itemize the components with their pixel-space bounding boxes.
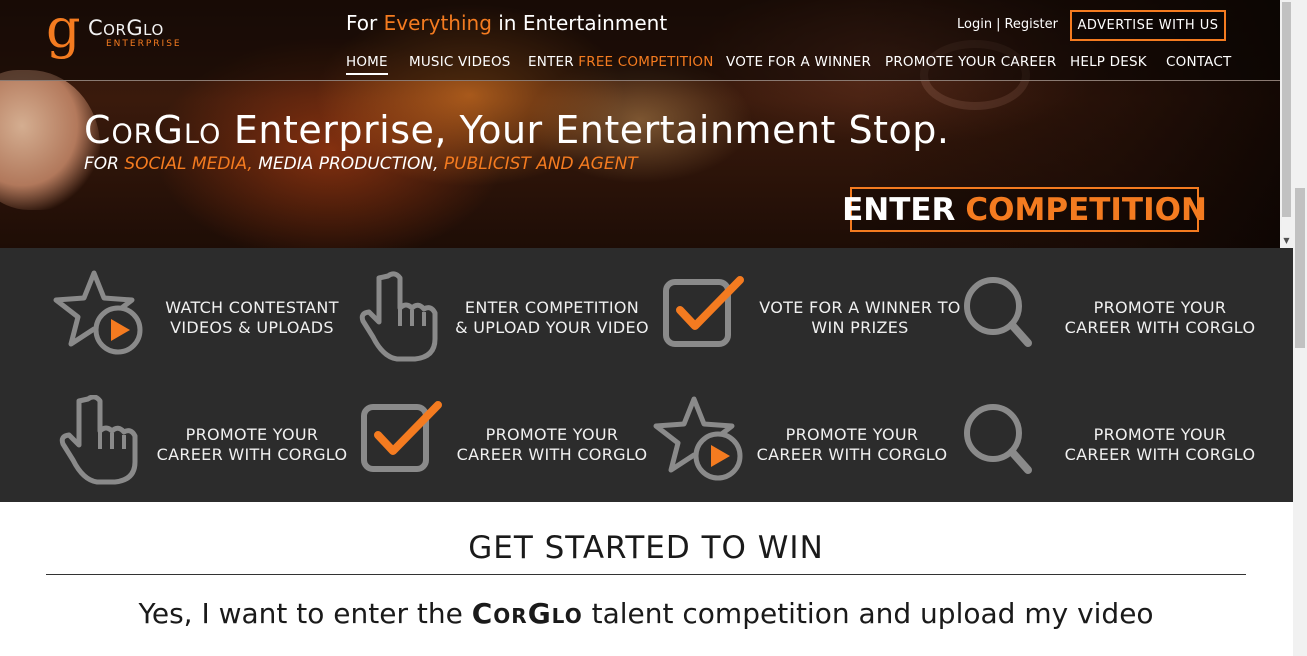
feature-label: PROMOTE YOUR CAREER WITH CORGLO (456, 425, 648, 464)
star-play-icon (652, 395, 747, 495)
get-started-heading: GET STARTED TO WIN (468, 530, 824, 566)
hero-title: CorGlo Enterprise, Your Entertainment St… (84, 108, 950, 152)
advertise-button[interactable]: ADVERTISE WITH US (1070, 10, 1226, 41)
search-icon (960, 268, 1055, 368)
enter-competition-button[interactable]: ENTER COMPETITION (842, 187, 1207, 232)
checkbox-icon (660, 268, 755, 368)
feature-label: PROMOTE YOUR CAREER WITH CORGLO (1064, 425, 1256, 464)
site-tagline: For Everything in Entertainment (346, 11, 668, 35)
feature-watch-videos[interactable]: WATCH CONTESTANT VIDEOS & UPLOADS (52, 268, 352, 378)
feature-label: PROMOTE YOUR CAREER WITH CORGLO (156, 425, 348, 464)
hero-scrollbar[interactable]: ▼ (1280, 0, 1293, 248)
pointer-hand-icon (52, 394, 147, 495)
auth-links: Login | Register (957, 17, 1058, 32)
feature-label: PROMOTE YOUR CAREER WITH CORGLO (756, 425, 948, 464)
nav-vote-for-a-winner[interactable]: VOTE FOR A WINNER (726, 54, 871, 70)
search-icon (960, 395, 1055, 495)
main-nav: HOME MUSIC VIDEOS ENTER FREE COMPETITION… (0, 54, 1280, 75)
logo-brand-text: CorGlo (88, 16, 164, 40)
feature-promote-career[interactable]: PROMOTE YOUR CAREER WITH CORGLO (352, 395, 652, 505)
competition-entry-statement: Yes, I want to enter the CorGlo talent c… (138, 597, 1154, 630)
checkbox-icon (352, 395, 447, 495)
nav-enter-free-competition[interactable]: ENTER FREE COMPETITION (528, 54, 714, 70)
feature-promote-career[interactable]: PROMOTE YOUR CAREER WITH CORGLO (52, 394, 352, 505)
nav-contact[interactable]: CONTACT (1166, 54, 1231, 70)
nav-home[interactable]: HOME (346, 54, 388, 75)
feature-vote-winner[interactable]: VOTE FOR A WINNER TO WIN PRIZES (660, 268, 960, 378)
feature-enter-competition[interactable]: ENTER COMPETITION & UPLOAD YOUR VIDEO (352, 268, 652, 378)
nav-music-videos[interactable]: MUSIC VIDEOS (409, 54, 511, 70)
register-link[interactable]: Register (1004, 17, 1058, 32)
auth-separator: | (996, 17, 1001, 32)
features-grid: WATCH CONTESTANT VIDEOS & UPLOADS ENTER C… (0, 248, 1293, 502)
hero-scrollbar-thumb[interactable] (1282, 2, 1291, 217)
feature-label: VOTE FOR A WINNER TO WIN PRIZES (759, 298, 961, 337)
feature-promote-career[interactable]: PROMOTE YOUR CAREER WITH CORGLO (960, 395, 1260, 505)
hero-banner: g CorGlo ENTERPRISE For Everything in En… (0, 0, 1280, 248)
page-scrollbar[interactable] (1293, 0, 1307, 656)
feature-promote-career[interactable]: PROMOTE YOUR CAREER WITH CORGLO (652, 395, 952, 505)
feature-label: WATCH CONTESTANT VIDEOS & UPLOADS (165, 298, 339, 337)
top-navigation-bar: g CorGlo ENTERPRISE For Everything in En… (0, 0, 1280, 81)
scroll-down-arrow-icon[interactable]: ▼ (1280, 236, 1293, 246)
login-link[interactable]: Login (957, 17, 992, 32)
pointer-hand-icon (352, 268, 447, 368)
logo-g-mark: g (46, 0, 81, 60)
page-scrollbar-thumb[interactable] (1295, 188, 1305, 348)
star-play-icon (52, 268, 147, 368)
nav-promote-your-career[interactable]: PROMOTE YOUR CAREER (885, 54, 1056, 70)
feature-promote-career[interactable]: PROMOTE YOUR CAREER WITH CORGLO (960, 268, 1260, 378)
feature-label: ENTER COMPETITION & UPLOAD YOUR VIDEO (455, 298, 649, 337)
nav-help-desk[interactable]: HELP DESK (1070, 54, 1147, 70)
feature-label: PROMOTE YOUR CAREER WITH CORGLO (1064, 298, 1256, 337)
heading-divider (46, 574, 1246, 575)
hero-subtitle: FOR SOCIAL MEDIA, MEDIA PRODUCTION, PUBL… (84, 154, 638, 174)
logo-sub-text: ENTERPRISE (106, 39, 182, 49)
